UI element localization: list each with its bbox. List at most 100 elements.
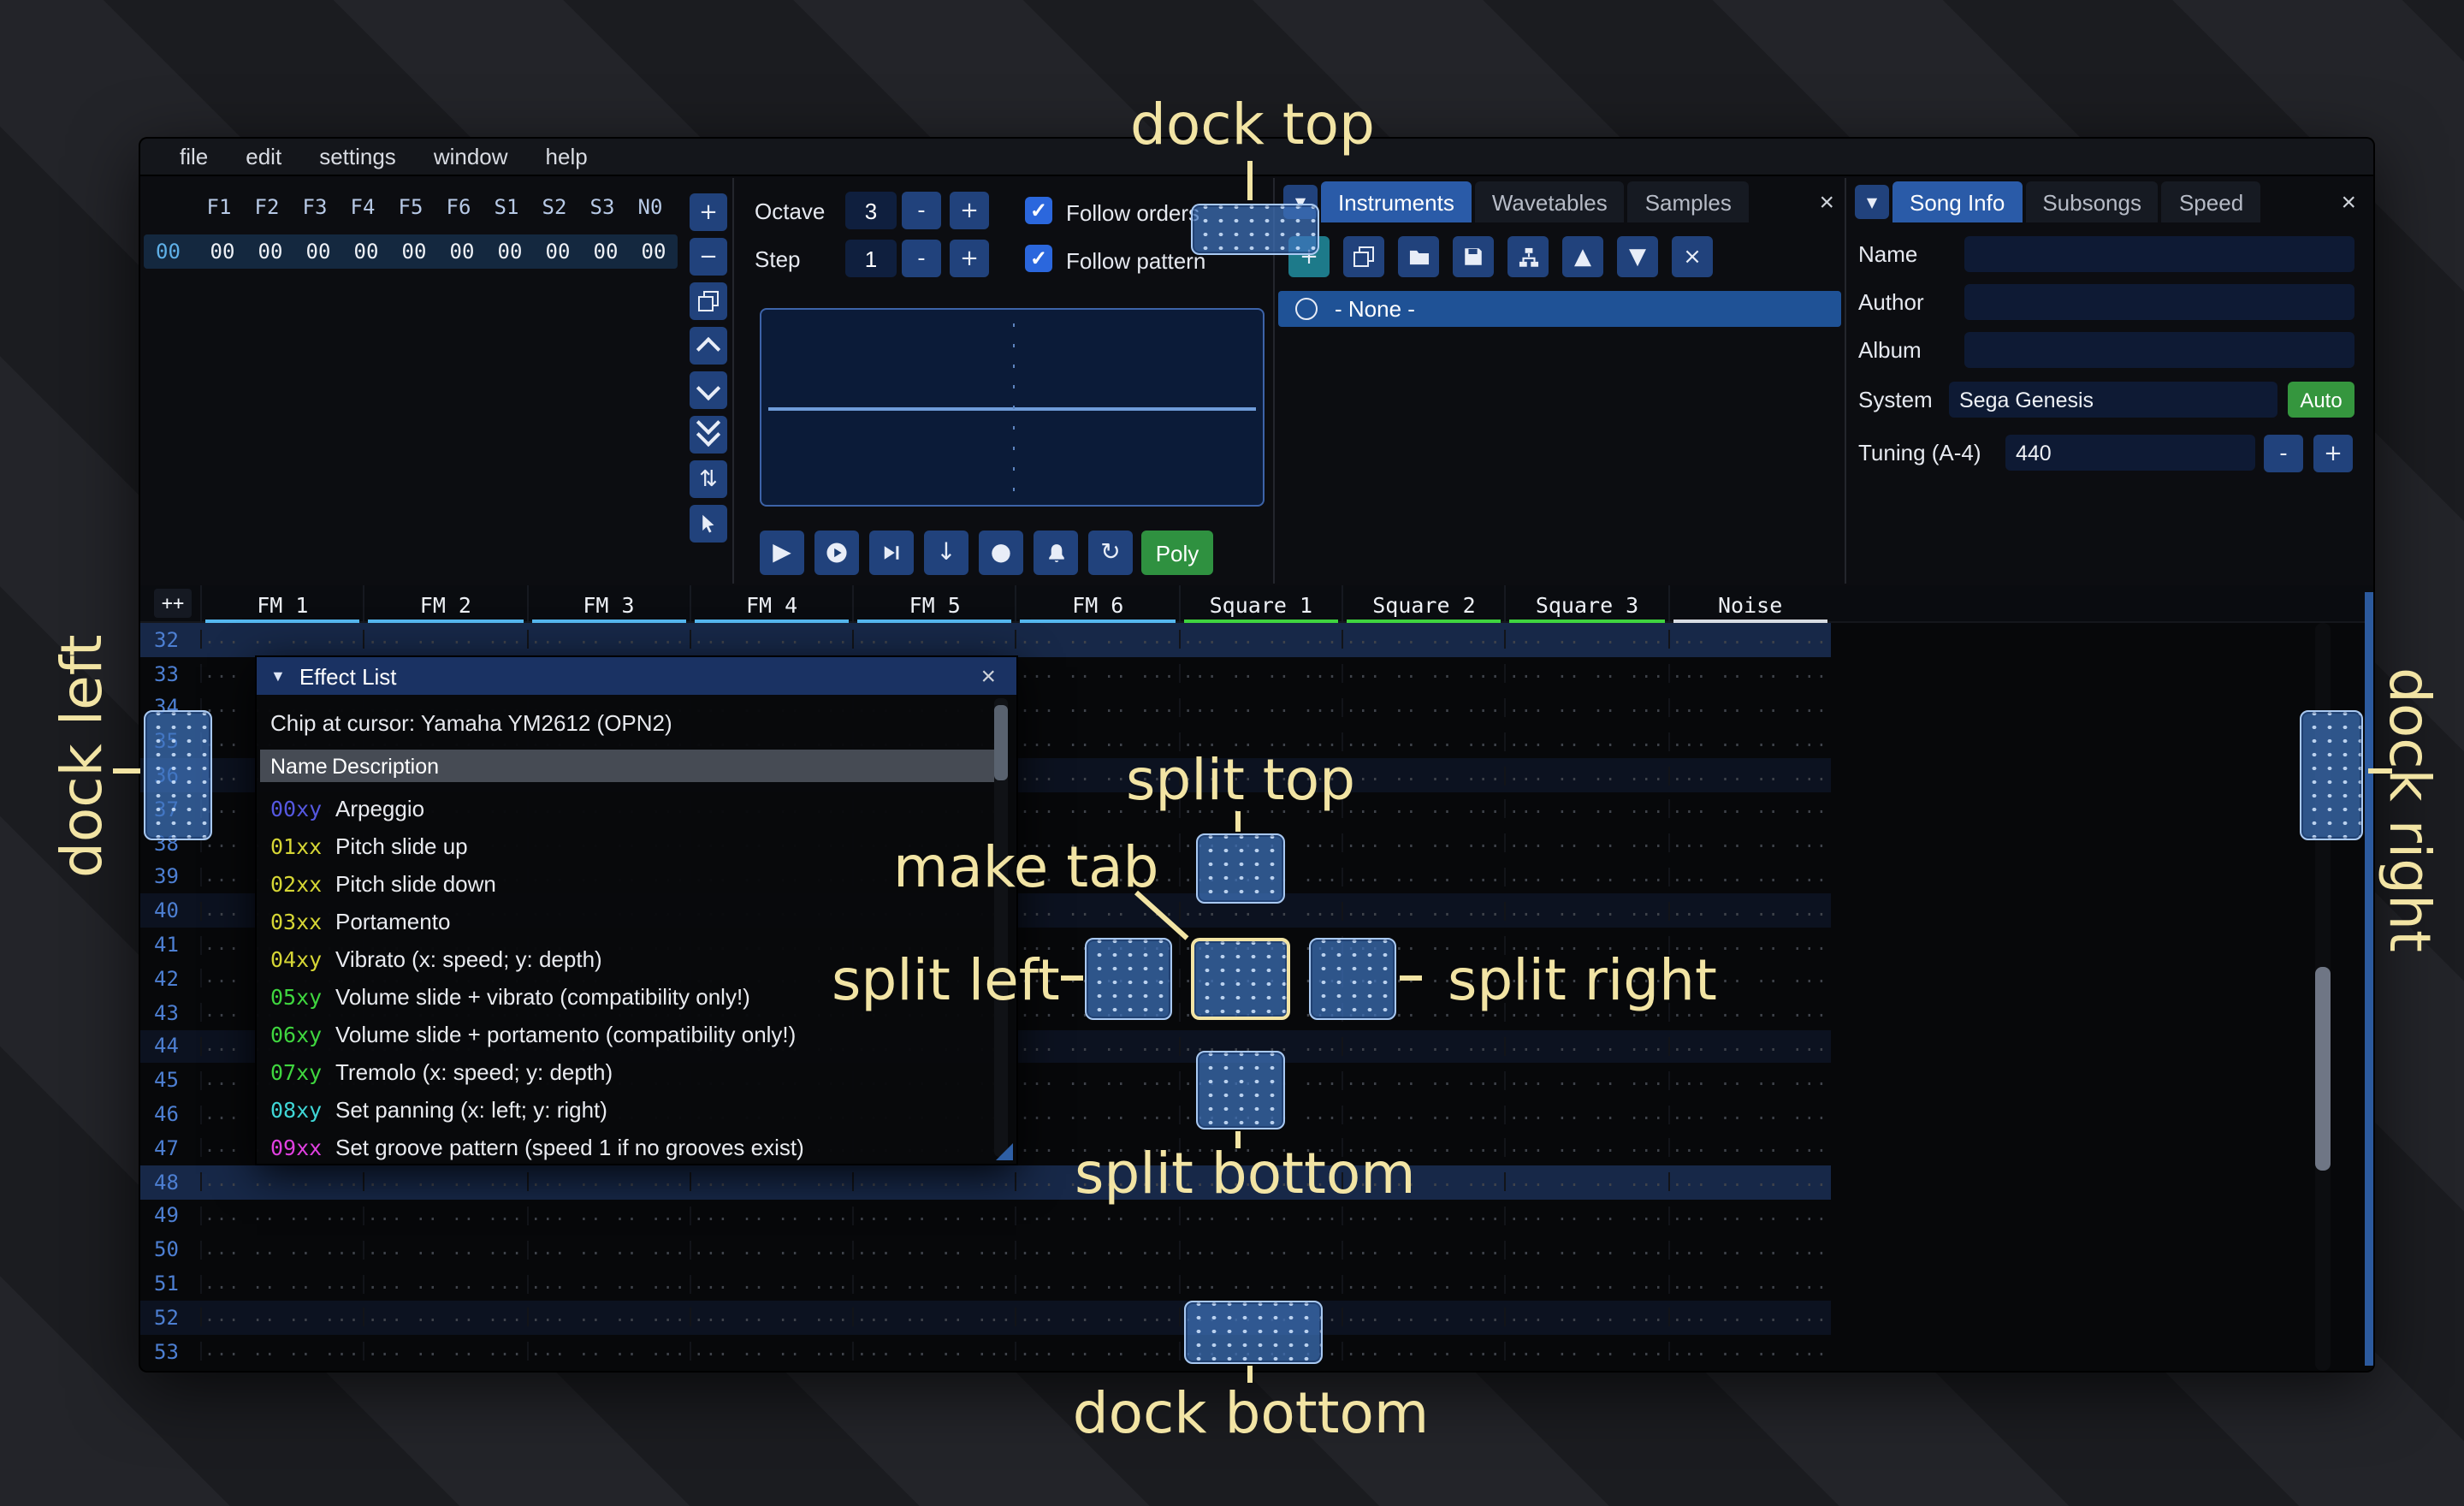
tuning-field[interactable] (2005, 435, 2255, 471)
pattern-cell[interactable]: ... .. .. ... (526, 1172, 690, 1191)
pattern-cell[interactable]: ... .. .. ... (1667, 664, 1831, 683)
orders-edit-cursor-button[interactable] (690, 505, 727, 543)
song-info-list-button[interactable]: ▼ (1855, 185, 1889, 219)
channel-header-noise[interactable]: Noise (1667, 585, 1831, 623)
pattern-cell[interactable]: ... .. .. ... (1505, 631, 1668, 649)
pattern-cell[interactable]: ... .. .. ... (364, 1342, 527, 1361)
auto-system-button[interactable]: Auto (2288, 382, 2354, 418)
step-down-button[interactable]: ↓ (924, 531, 968, 575)
pattern-cell[interactable]: ... .. .. ... (526, 1308, 690, 1327)
make-tab-target[interactable] (1191, 938, 1290, 1020)
pattern-cell[interactable]: ... .. .. ... (1667, 1172, 1831, 1191)
pattern-cell[interactable]: ... .. .. ... (364, 1240, 527, 1259)
pattern-cell[interactable]: ... .. .. ... (1505, 1139, 1668, 1158)
channel-header-fm-6[interactable]: FM 6 (1016, 585, 1179, 623)
instruments-tab-wavetables[interactable]: Wavetables (1475, 181, 1625, 222)
pattern-cell[interactable]: ... .. .. ... (1505, 868, 1668, 886)
pattern-cell[interactable]: ... .. .. ... (1342, 868, 1505, 886)
pattern-cell[interactable]: ... .. .. ... (1505, 800, 1668, 819)
dock-target-left[interactable] (144, 710, 212, 840)
octave-decrease-button[interactable]: - (902, 192, 941, 229)
pattern-cell[interactable]: ... .. .. ... (364, 1207, 527, 1225)
pattern-cell[interactable]: ... .. .. ... (1342, 1274, 1505, 1293)
pattern-cell[interactable]: ... .. .. ... (852, 1240, 1016, 1259)
effect-row[interactable]: 07xyTremolo (x: speed; y: depth) (260, 1052, 996, 1090)
order-cell[interactable]: 00 (246, 240, 294, 264)
pattern-cell[interactable]: ... .. .. ... (852, 1342, 1016, 1361)
channel-header-square-1[interactable]: Square 1 (1179, 585, 1342, 623)
orders-move-to-bottom-button[interactable] (690, 416, 727, 454)
pattern-cell[interactable]: ... .. .. ... (1505, 833, 1668, 852)
pattern-cell[interactable]: ... .. .. ... (690, 1342, 853, 1361)
pattern-cell[interactable]: ... .. .. ... (1342, 1308, 1505, 1327)
pattern-cell[interactable]: ... .. .. ... (1667, 1308, 1831, 1327)
pattern-cell[interactable]: ... .. .. ... (690, 1240, 853, 1259)
menu-item-file[interactable]: file (164, 144, 223, 169)
pattern-cell[interactable]: ... .. .. ... (1342, 631, 1505, 649)
pattern-cell[interactable]: ... .. .. ... (1505, 664, 1668, 683)
play-row-button[interactable] (869, 531, 914, 575)
pattern-cell[interactable]: ... .. .. ... (1016, 631, 1179, 649)
orders-remove-button[interactable]: − (690, 238, 727, 276)
instruments-tab-samples[interactable]: Samples (1628, 181, 1749, 222)
pattern-cell[interactable]: ... .. .. ... (690, 1207, 853, 1225)
pattern-cell[interactable]: ... .. .. ... (526, 1274, 690, 1293)
pattern-cell[interactable]: ... .. .. ... (1342, 664, 1505, 683)
song-info-tab-speed[interactable]: Speed (2162, 181, 2260, 222)
order-cell[interactable]: 00 (198, 240, 246, 264)
play-pattern-button[interactable] (814, 531, 859, 575)
effect-row[interactable]: 03xxPortamento (260, 902, 996, 940)
pattern-cell[interactable]: ... .. .. ... (1667, 1071, 1831, 1090)
step-decrease-button[interactable]: - (902, 240, 941, 277)
pattern-cell[interactable]: ... .. .. ... (852, 1274, 1016, 1293)
add-channel-button[interactable]: ++ (154, 589, 192, 618)
pattern-cell[interactable]: ... .. .. ... (1667, 1139, 1831, 1158)
pattern-cell[interactable]: ... .. .. ... (852, 631, 1016, 649)
pattern-cell[interactable]: ... .. .. ... (1667, 766, 1831, 785)
pattern-cell[interactable]: ... .. .. ... (1342, 1037, 1505, 1056)
author-field[interactable] (1964, 284, 2354, 320)
collapse-icon[interactable]: ▼ (270, 667, 286, 685)
pattern-cell[interactable]: ... .. .. ... (1016, 1342, 1179, 1361)
orders-row[interactable]: 0000000000000000000000 (144, 234, 678, 269)
repeat-button[interactable]: ↻ (1088, 531, 1133, 575)
order-cell[interactable]: 00 (390, 240, 438, 264)
pattern-cell[interactable]: ... .. .. ... (364, 1172, 527, 1191)
effect-row[interactable]: 01xxPitch slide up (260, 827, 996, 864)
instrument-duplicate-button[interactable] (1343, 236, 1384, 277)
instrument-instr-up-button[interactable]: ▲ (1562, 236, 1603, 277)
instrument-save-button[interactable] (1453, 236, 1494, 277)
pattern-cell[interactable]: ... .. .. ... (1016, 1037, 1179, 1056)
order-cell[interactable]: 00 (294, 240, 342, 264)
pattern-scrollbar-thumb[interactable] (2315, 967, 2331, 1171)
instruments-tab-instruments[interactable]: Instruments (1321, 181, 1472, 222)
channel-header-fm-2[interactable]: FM 2 (364, 585, 527, 623)
pattern-cell[interactable]: ... .. .. ... (1016, 698, 1179, 717)
pattern-cell[interactable]: ... .. .. ... (1179, 1240, 1342, 1259)
pattern-cell[interactable]: ... .. .. ... (1505, 732, 1668, 751)
song-info-tab-song-info[interactable]: Song Info (1892, 181, 2022, 222)
orders-move-up-button[interactable] (690, 327, 727, 365)
pattern-cell[interactable]: ... .. .. ... (1667, 1037, 1831, 1056)
pattern-cell[interactable]: ... .. .. ... (1016, 664, 1179, 683)
effect-list-close-button[interactable]: × (974, 661, 1003, 691)
pattern-cell[interactable]: ... .. .. ... (200, 1308, 364, 1327)
instrument-instr-down-button[interactable]: ▼ (1617, 236, 1658, 277)
pattern-cell[interactable]: ... .. .. ... (1505, 1207, 1668, 1225)
pattern-cell[interactable]: ... .. .. ... (1667, 1274, 1831, 1293)
pattern-cell[interactable]: ... .. .. ... (1179, 1274, 1342, 1293)
pattern-cell[interactable]: ... .. .. ... (1342, 902, 1505, 921)
record-button[interactable]: ● (979, 531, 1023, 575)
octave-value[interactable]: 3 (845, 192, 897, 229)
pattern-cell[interactable]: ... .. .. ... (1505, 698, 1668, 717)
pattern-cell[interactable]: ... .. .. ... (200, 631, 364, 649)
pattern-cell[interactable]: ... .. .. ... (1667, 1240, 1831, 1259)
pattern-cell[interactable]: ... .. .. ... (1667, 1207, 1831, 1225)
pattern-cell[interactable]: ... .. .. ... (1342, 833, 1505, 852)
order-cell[interactable]: 00 (486, 240, 534, 264)
channel-header-fm-1[interactable]: FM 1 (200, 585, 364, 623)
channel-header-fm-3[interactable]: FM 3 (526, 585, 690, 623)
pattern-cell[interactable]: ... .. .. ... (364, 631, 527, 649)
pattern-cell[interactable]: ... .. .. ... (852, 1172, 1016, 1191)
pattern-cell[interactable]: ... .. .. ... (690, 631, 853, 649)
